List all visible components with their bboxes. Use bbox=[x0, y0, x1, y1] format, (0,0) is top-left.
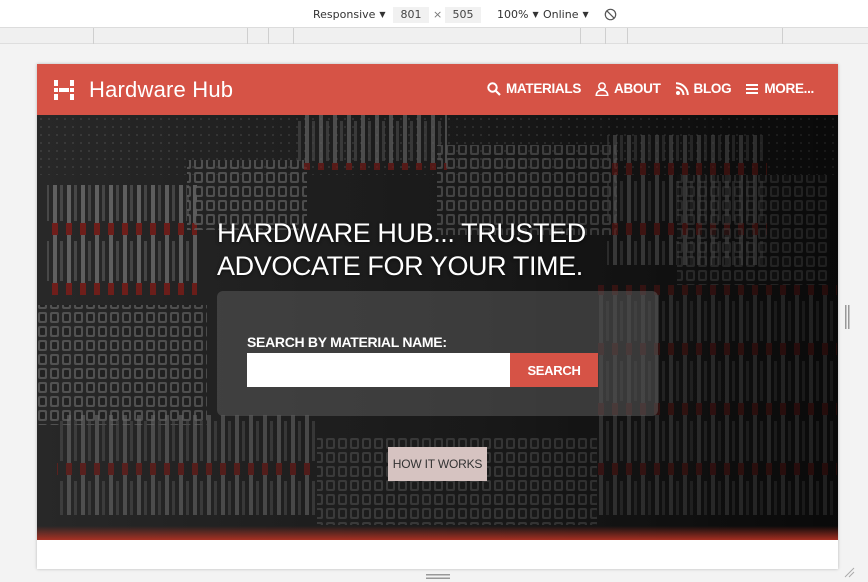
search-button[interactable]: SEARCH bbox=[510, 353, 598, 387]
nav-more[interactable]: MORE... bbox=[745, 81, 814, 96]
headline-line-2: ADVOCATE FOR YOUR TIME. bbox=[217, 251, 583, 281]
rss-icon bbox=[675, 81, 689, 95]
nav-blog[interactable]: BLOG bbox=[675, 81, 732, 96]
user-icon bbox=[595, 81, 609, 96]
nav-blog-label: BLOG bbox=[693, 81, 732, 96]
nav-more-label: MORE... bbox=[764, 81, 814, 96]
material-search-input[interactable] bbox=[247, 353, 510, 387]
nav-about-label: ABOUT bbox=[614, 81, 661, 96]
hero-bottom-shadow bbox=[37, 526, 838, 540]
devtools-toolbar: Responsive 801 × 505 100% Online bbox=[0, 0, 868, 28]
corner-resize-handle[interactable] bbox=[843, 566, 855, 578]
hardware-hub-logo-icon[interactable] bbox=[53, 79, 75, 101]
site-navbar: Hardware Hub MATERIALS ABOUT BLOG MORE..… bbox=[37, 64, 838, 115]
nav-materials-label: MATERIALS bbox=[505, 81, 582, 96]
width-input[interactable]: 801 bbox=[393, 7, 429, 23]
network-select[interactable]: Online bbox=[543, 8, 589, 23]
media-query-ruler bbox=[0, 28, 868, 44]
how-it-works-button[interactable]: HOW IT WORKS bbox=[388, 447, 487, 481]
menu-icon bbox=[746, 83, 759, 94]
vertical-resize-handle[interactable] bbox=[845, 305, 850, 329]
search-panel: SEARCH BY MATERIAL NAME: SEARCH bbox=[217, 291, 658, 416]
dimension-separator: × bbox=[433, 8, 443, 21]
height-input[interactable]: 505 bbox=[445, 7, 481, 23]
nav-materials[interactable]: MATERIALS bbox=[487, 81, 581, 96]
headline-line-1: HARDWARE HUB... TRUSTED bbox=[217, 218, 586, 248]
search-label: SEARCH BY MATERIAL NAME: bbox=[247, 334, 447, 350]
horizontal-resize-handle[interactable] bbox=[426, 574, 450, 580]
search-icon bbox=[487, 81, 501, 96]
hero-section: HARDWARE HUB... TRUSTED ADVOCATE FOR YOU… bbox=[37, 115, 838, 540]
zoom-select[interactable]: 100% bbox=[497, 8, 539, 23]
brand-name[interactable]: Hardware Hub bbox=[89, 77, 233, 103]
nav-about[interactable]: ABOUT bbox=[595, 81, 661, 96]
hero-headline: HARDWARE HUB... TRUSTED ADVOCATE FOR YOU… bbox=[217, 217, 586, 283]
device-viewport: Hardware Hub MATERIALS ABOUT BLOG MORE..… bbox=[37, 64, 838, 569]
rotate-icon[interactable] bbox=[604, 8, 617, 21]
device-select[interactable]: Responsive bbox=[313, 8, 386, 23]
nav-links: MATERIALS ABOUT BLOG MORE... bbox=[487, 81, 814, 96]
